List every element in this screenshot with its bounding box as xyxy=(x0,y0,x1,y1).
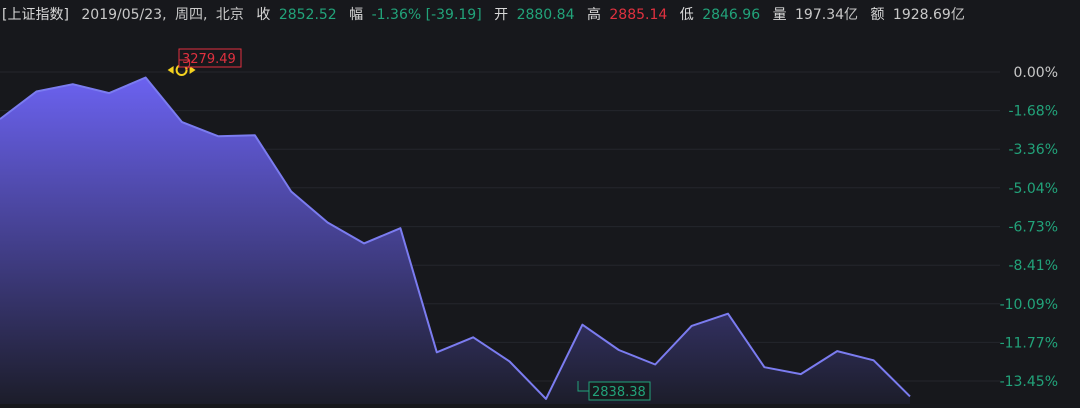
y-tick-label: -6.73% xyxy=(1008,220,1058,236)
max-price-label: 3279.49 xyxy=(182,52,236,67)
y-tick-label: -5.04% xyxy=(1008,181,1058,197)
change-pct: -1.36% xyxy=(371,7,422,23)
open-value: 2880.84 xyxy=(516,7,575,23)
y-axis-ticks: 0.00% -1.68% -3.36% -5.04% -6.73% -8.41% -10.0… xyxy=(1000,65,1058,390)
high-label: 高 xyxy=(586,7,601,23)
volume-value: 197.34亿 xyxy=(795,7,859,23)
quote-date: 2019/05/23, xyxy=(81,7,167,23)
y-tick-label: -10.09% xyxy=(1000,297,1058,313)
change-label: 幅 xyxy=(349,7,364,23)
price-chart[interactable]: 0.00% -1.68% -3.36% -5.04% -6.73% -8.41% -10.0… xyxy=(0,30,1080,408)
close-value: 2852.52 xyxy=(278,7,337,23)
quote-weekday: 周四, xyxy=(175,7,208,23)
volume-label: 量 xyxy=(772,7,787,23)
low-value: 2846.96 xyxy=(702,7,761,23)
open-label: 开 xyxy=(494,7,509,23)
quote-region: 北京 xyxy=(215,7,244,23)
quote-header: [上证指数] 2019/05/23, 周四, 北京 收 2852.52 幅 -1… xyxy=(0,0,1080,30)
min-price-label: 2838.38 xyxy=(592,385,646,400)
index-name[interactable]: [上证指数] xyxy=(2,0,69,30)
y-tick-label: -11.77% xyxy=(1000,335,1058,351)
change-abs: [-39.19] xyxy=(425,7,482,23)
y-tick-label: -8.41% xyxy=(1008,258,1058,274)
y-tick-label: -13.45% xyxy=(1000,374,1058,390)
y-tick-label: 0.00% xyxy=(1014,65,1058,81)
low-label: 低 xyxy=(679,7,694,23)
high-value: 2885.14 xyxy=(609,7,668,23)
y-tick-label: -3.36% xyxy=(1008,142,1058,158)
close-label: 收 xyxy=(256,7,271,23)
y-tick-label: -1.68% xyxy=(1008,104,1058,120)
price-area-fill xyxy=(0,77,910,404)
amount-label: 额 xyxy=(870,7,885,23)
amount-value: 1928.69亿 xyxy=(892,7,965,23)
arrow-left-icon xyxy=(167,66,174,74)
